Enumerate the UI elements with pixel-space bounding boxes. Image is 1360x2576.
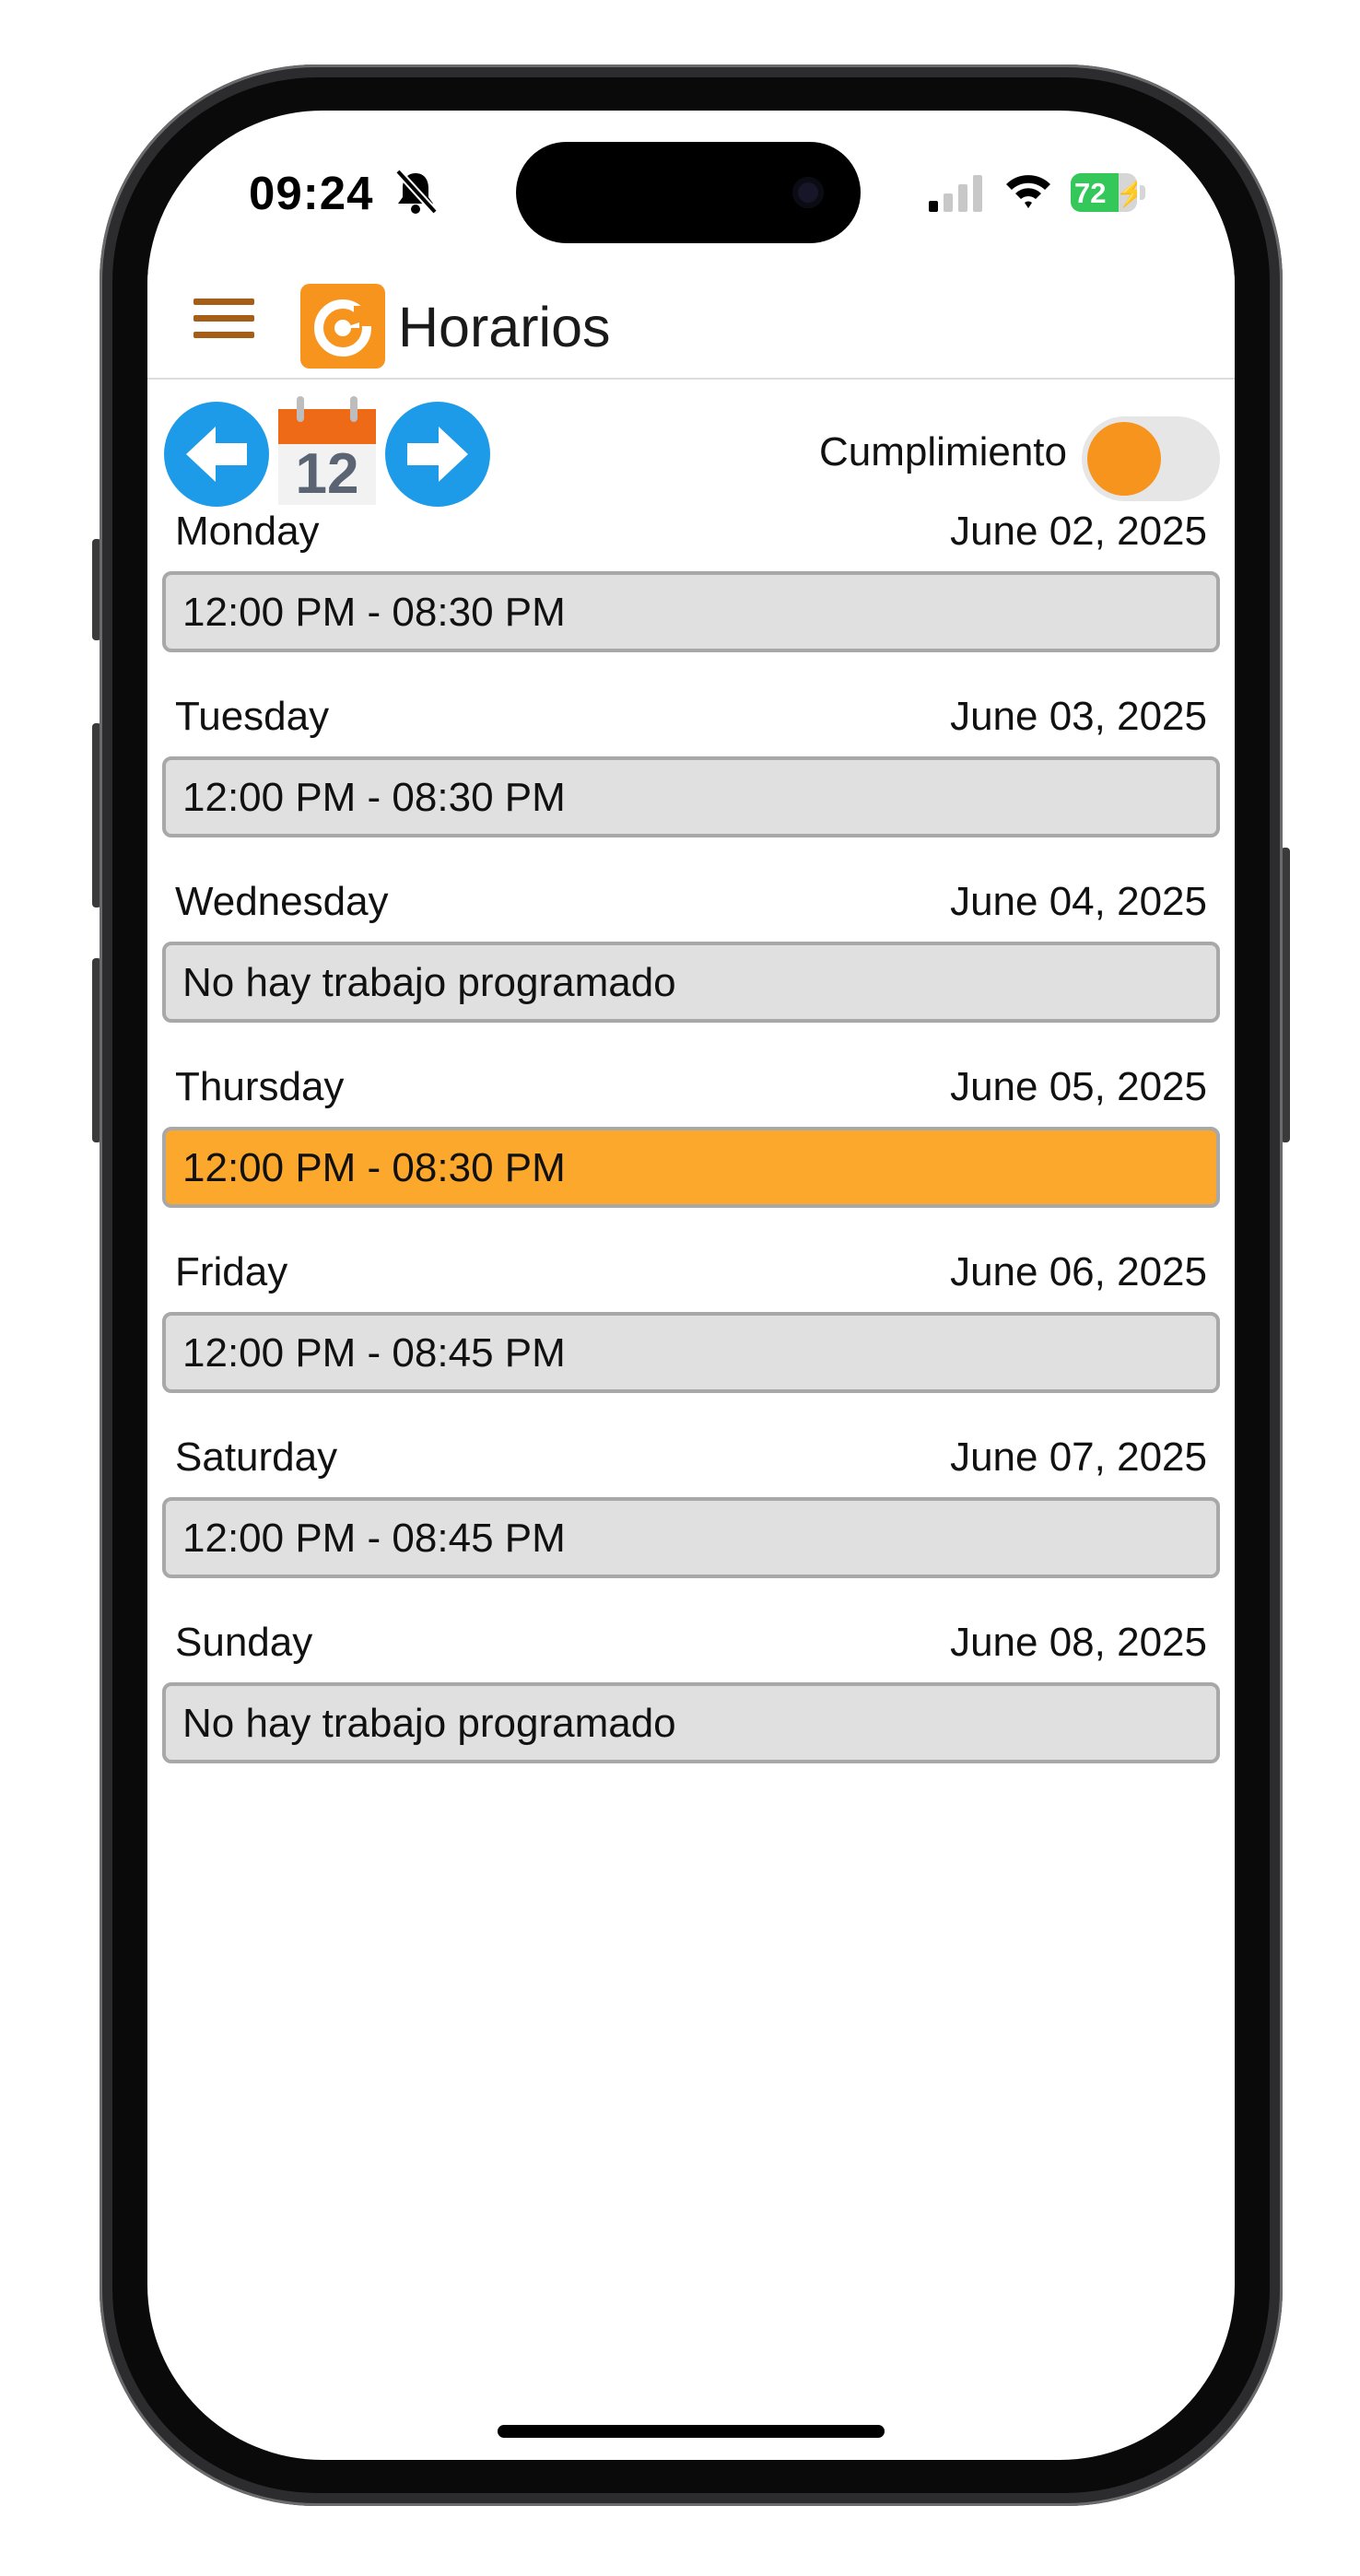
day-row-tuesday: Tuesday June 03, 2025 12:00 PM - 08:30 P… (147, 694, 1235, 879)
shift-text: No hay trabajo programado (182, 960, 676, 1005)
day-name: Thursday (175, 1064, 345, 1109)
shift-text: 12:00 PM - 08:30 PM (182, 1145, 566, 1190)
wifi-icon (1006, 175, 1050, 208)
arrow-left-icon (186, 427, 247, 482)
day-date: June 07, 2025 (950, 1434, 1207, 1480)
day-name: Wednesday (175, 879, 389, 924)
status-bar: 09:24 72 ⚡ (147, 111, 1235, 267)
clock-logo-icon (314, 299, 374, 357)
day-row-thursday: Thursday June 05, 2025 12:00 PM - 08:30 … (147, 1064, 1235, 1249)
shift-text: 12:00 PM - 08:30 PM (182, 590, 566, 635)
phone-screen: 09:24 72 ⚡ Horarios 12 Cumplimiento Mond… (147, 111, 1235, 2460)
calendar-icon[interactable]: 12 (276, 391, 378, 509)
day-row-monday: Monday June 02, 2025 12:00 PM - 08:30 PM (147, 509, 1235, 694)
shift-box[interactable]: 12:00 PM - 08:30 PM (162, 571, 1220, 652)
home-indicator[interactable] (498, 2425, 885, 2438)
shift-text: 12:00 PM - 08:30 PM (182, 775, 566, 820)
charging-bolt-icon: ⚡ (1115, 178, 1137, 208)
shift-text: 12:00 PM - 08:45 PM (182, 1516, 566, 1561)
shift-box[interactable]: 12:00 PM - 08:45 PM (162, 1312, 1220, 1393)
schedule-list: Monday June 02, 2025 12:00 PM - 08:30 PM… (147, 509, 1235, 1805)
day-date: June 06, 2025 (950, 1249, 1207, 1294)
battery-indicator: 72 ⚡ (1071, 173, 1145, 212)
hamburger-menu-icon[interactable] (193, 299, 254, 346)
compliance-toggle[interactable] (1082, 416, 1220, 501)
shift-box[interactable]: 12:00 PM - 08:45 PM (162, 1497, 1220, 1578)
calendar-day-number: 12 (295, 442, 359, 506)
page-title: Horarios (398, 296, 611, 358)
day-row-sunday: Sunday June 08, 2025 No hay trabajo prog… (147, 1620, 1235, 1805)
cellular-signal-icon (929, 175, 982, 212)
shift-box[interactable]: No hay trabajo programado (162, 942, 1220, 1023)
week-toolbar: 12 Cumplimiento (147, 391, 1235, 510)
shift-box[interactable]: 12:00 PM - 08:30 PM (162, 756, 1220, 837)
compliance-toggle-label: Cumplimiento (819, 429, 1067, 474)
app-header: Horarios (147, 267, 1235, 380)
day-row-wednesday: Wednesday June 04, 2025 No hay trabajo p… (147, 879, 1235, 1064)
status-time: 09:24 (249, 167, 374, 219)
day-date: June 03, 2025 (950, 694, 1207, 739)
battery-percent: 72 (1074, 177, 1107, 209)
shift-box[interactable]: No hay trabajo programado (162, 1682, 1220, 1763)
day-name: Monday (175, 509, 320, 554)
day-date: June 05, 2025 (950, 1064, 1207, 1109)
day-name: Tuesday (175, 694, 330, 739)
day-name: Sunday (175, 1620, 313, 1665)
silent-bell-icon (395, 169, 438, 215)
day-date: June 04, 2025 (950, 879, 1207, 924)
app-logo (300, 284, 385, 369)
day-date: June 02, 2025 (950, 509, 1207, 554)
day-date: June 08, 2025 (950, 1620, 1207, 1665)
shift-box-today[interactable]: 12:00 PM - 08:30 PM (162, 1127, 1220, 1208)
front-camera (792, 177, 824, 208)
day-row-saturday: Saturday June 07, 2025 12:00 PM - 08:45 … (147, 1434, 1235, 1620)
day-name: Saturday (175, 1434, 338, 1480)
day-row-friday: Friday June 06, 2025 12:00 PM - 08:45 PM (147, 1249, 1235, 1434)
shift-text: No hay trabajo programado (182, 1701, 676, 1746)
toggle-knob (1087, 422, 1161, 496)
shift-text: 12:00 PM - 08:45 PM (182, 1330, 566, 1376)
previous-week-button[interactable] (164, 402, 269, 507)
arrow-right-icon (407, 427, 468, 482)
next-week-button[interactable] (385, 402, 490, 507)
day-name: Friday (175, 1249, 288, 1294)
